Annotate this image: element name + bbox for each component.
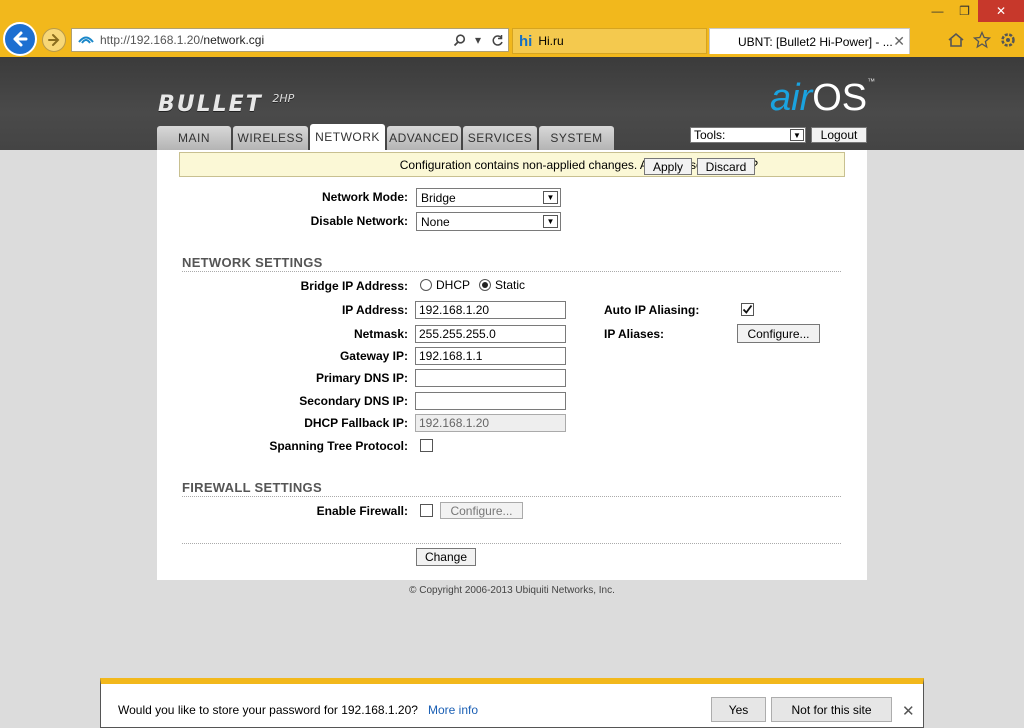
arrow-right-icon: [48, 34, 60, 46]
discard-button[interactable]: Discard: [697, 158, 755, 175]
url-text: http://192.168.1.20/network.cgi: [100, 33, 265, 47]
minimize-icon[interactable]: —: [924, 0, 951, 22]
browser-chrome: http://192.168.1.20/network.cgi ▾ hi Hi.…: [0, 0, 1024, 57]
firewall-settings-heading: FIREWALL SETTINGS: [182, 480, 841, 497]
auto-ip-aliasing-label: Auto IP Aliasing:: [604, 303, 700, 317]
tab-ubnt[interactable]: UBNT: [Bullet2 Hi-Power] - ... ✕: [709, 28, 910, 54]
primary-dns-label: Primary DNS IP:: [315, 371, 408, 385]
airos-logo: airOS™: [770, 77, 876, 119]
spanning-tree-label: Spanning Tree Protocol:: [269, 439, 408, 453]
secondary-dns-input[interactable]: [415, 392, 566, 410]
dropdown-arrow-icon[interactable]: ▾: [470, 32, 486, 48]
site-favicon-icon: [78, 33, 94, 48]
tab-label: Hi.ru: [538, 34, 564, 48]
not-for-this-site-button[interactable]: Not for this site: [771, 697, 892, 722]
disable-network-label: Disable Network:: [310, 214, 408, 228]
close-tab-icon[interactable]: ✕: [893, 33, 905, 50]
tab-hi-ru[interactable]: hi Hi.ru: [512, 28, 707, 54]
apply-button[interactable]: Apply: [644, 158, 692, 175]
chevron-down-icon: ▼: [543, 191, 558, 204]
yes-button[interactable]: Yes: [711, 697, 766, 722]
form-separator: [182, 543, 841, 544]
disable-network-value: None: [421, 214, 450, 229]
network-settings-panel: Configuration contains non-applied chang…: [157, 150, 867, 580]
password-save-message: Would you like to store your password fo…: [118, 703, 418, 717]
tab-main[interactable]: MAIN: [157, 126, 231, 150]
bullet-logo: BULLET 2HP: [158, 92, 295, 117]
tab-label: UBNT: [Bullet2 Hi-Power] - ...: [738, 34, 892, 49]
address-bar[interactable]: http://192.168.1.20/network.cgi ▾: [71, 28, 509, 52]
ip-address-label: IP Address:: [341, 303, 408, 317]
secondary-dns-label: Secondary DNS IP:: [299, 394, 408, 408]
back-button[interactable]: [3, 22, 37, 56]
arrow-left-icon: [13, 31, 28, 47]
more-info-link[interactable]: More info: [428, 703, 478, 717]
tab-advanced[interactable]: ADVANCED: [387, 126, 461, 150]
close-bar-icon[interactable]: ✕: [902, 702, 915, 720]
password-save-bar: Would you like to store your password fo…: [100, 678, 924, 728]
gateway-ip-label: Gateway IP:: [339, 349, 408, 363]
airos-header: BULLET 2HP airOS™ MAIN WIRELESS NETWORK …: [0, 57, 1024, 150]
chevron-down-icon: ▼: [543, 215, 558, 228]
network-mode-select[interactable]: Bridge ▼: [416, 188, 561, 207]
auto-ip-aliasing-checkbox[interactable]: [741, 303, 754, 316]
firewall-configure-button: Configure...: [440, 502, 523, 519]
restore-icon[interactable]: ❐: [951, 0, 978, 22]
spanning-tree-checkbox[interactable]: [420, 439, 433, 452]
logout-button[interactable]: Logout: [811, 127, 867, 143]
enable-firewall-label: Enable Firewall:: [316, 504, 408, 518]
refresh-icon[interactable]: [489, 32, 505, 48]
chevron-down-icon: ▼: [790, 129, 804, 141]
tools-select[interactable]: Tools: ▼: [690, 127, 806, 143]
static-radio[interactable]: [479, 279, 491, 291]
dhcp-fallback-label: DHCP Fallback IP:: [304, 416, 408, 430]
netmask-input[interactable]: 255.255.255.0: [415, 325, 566, 343]
favorites-star-icon[interactable]: [972, 30, 992, 50]
settings-gear-icon[interactable]: [998, 30, 1018, 50]
browser-toolbar-icons: [946, 30, 1018, 50]
network-mode-label: Network Mode:: [321, 190, 408, 204]
search-icon[interactable]: [451, 32, 467, 48]
hi-favicon-icon: hi: [519, 32, 533, 50]
forward-button[interactable]: [42, 28, 66, 52]
disable-network-select[interactable]: None ▼: [416, 212, 561, 231]
tab-network[interactable]: NETWORK: [310, 124, 385, 150]
static-radio-label: Static: [495, 278, 526, 292]
netmask-label: Netmask:: [353, 327, 408, 341]
tab-wireless[interactable]: WIRELESS: [233, 126, 308, 150]
window-controls: — ❐ ✕: [924, 0, 1024, 22]
tab-services[interactable]: SERVICES: [463, 126, 537, 150]
home-icon[interactable]: [946, 30, 966, 50]
copyright-text: © Copyright 2006-2013 Ubiquiti Networks,…: [409, 585, 615, 596]
primary-dns-input[interactable]: [415, 369, 566, 387]
dhcp-radio-label: DHCP: [436, 278, 471, 292]
ip-aliases-configure-button[interactable]: Configure...: [737, 324, 820, 343]
dhcp-fallback-input: 192.168.1.20: [415, 414, 566, 432]
ip-address-input[interactable]: 192.168.1.20: [415, 301, 566, 319]
ip-aliases-label: IP Aliases:: [604, 327, 665, 341]
main-nav: MAIN WIRELESS NETWORK ADVANCED SERVICES …: [157, 124, 614, 150]
network-settings-heading: NETWORK SETTINGS: [182, 255, 841, 272]
change-button[interactable]: Change: [416, 548, 476, 566]
enable-firewall-checkbox[interactable]: [420, 504, 433, 517]
bridge-ip-label: Bridge IP Address:: [300, 279, 408, 293]
window-close-icon[interactable]: ✕: [978, 0, 1024, 22]
tab-system[interactable]: SYSTEM: [539, 126, 614, 150]
gateway-ip-input[interactable]: 192.168.1.1: [415, 347, 566, 365]
tools-select-label: Tools:: [694, 128, 726, 142]
dhcp-radio[interactable]: [420, 279, 432, 291]
network-mode-value: Bridge: [421, 190, 456, 205]
checkmark-icon: [742, 304, 753, 314]
